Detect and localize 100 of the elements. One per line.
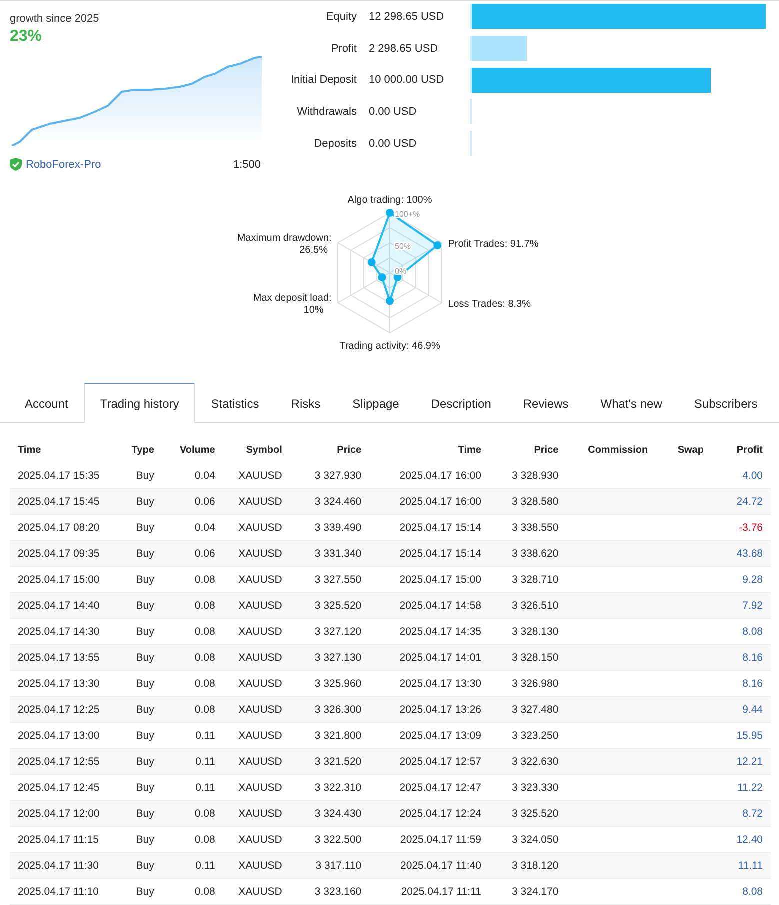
axis-label: Profit Trades: 91.7% [448, 239, 538, 250]
table-cell: 0.08 [162, 696, 224, 722]
table-cell: Buy [122, 644, 162, 670]
table-cell: 43.68 [712, 540, 771, 566]
table-cell: XAUUSD [223, 540, 290, 566]
table-cell: 12.21 [712, 748, 771, 774]
balance-value: 0.00 USD [368, 138, 418, 150]
table-cell: 3 325.520 [290, 592, 370, 618]
table-cell: 3 324.460 [290, 488, 370, 514]
table-cell: 0.08 [162, 592, 224, 618]
tab[interactable]: Risks [275, 383, 337, 423]
tab[interactable]: Description [415, 383, 508, 423]
axis-label: Maximum drawdown: 26.5% [236, 233, 332, 256]
table-cell: 8.08 [712, 878, 771, 904]
table-cell: Buy [122, 748, 162, 774]
table-cell: Buy [122, 696, 162, 722]
table-cell: Buy [122, 800, 162, 826]
table-cell: 3 327.480 [490, 696, 567, 722]
table-cell: 2025.04.17 14:40 [10, 592, 122, 618]
table-cell: 24.72 [712, 488, 771, 514]
column-header[interactable]: Type [122, 437, 162, 463]
balance-label: Profit [330, 42, 357, 55]
column-header[interactable]: Commission [566, 437, 656, 463]
balance-value: 10 000.00 USD [368, 74, 446, 86]
table-cell: 0.06 [162, 540, 224, 566]
table-cell: 2025.04.17 12:00 [10, 800, 122, 826]
table-cell: 0.06 [162, 488, 224, 514]
tick-label: 50% [394, 242, 411, 251]
table-cell: 2025.04.17 11:30 [10, 852, 122, 878]
column-header[interactable]: Price [290, 437, 370, 463]
column-header[interactable]: Time [370, 437, 490, 463]
table-cell: 2025.04.17 15:45 [10, 488, 122, 514]
table-cell: 3 324.170 [490, 878, 567, 904]
table-cell: XAUUSD [223, 696, 290, 722]
tick-label: 100+% [394, 210, 420, 219]
tab[interactable]: Account [9, 383, 84, 423]
table-cell: 8.72 [712, 800, 771, 826]
table-cell: 2025.04.17 16:00 [370, 488, 490, 514]
table-cell: 3 331.340 [290, 540, 370, 566]
growth-value: 23% [10, 28, 44, 46]
table-cell: Buy [122, 592, 162, 618]
tab[interactable]: Subscribers [678, 383, 774, 423]
tab[interactable]: Slippage [336, 383, 416, 423]
balance-label: Deposits [313, 138, 357, 150]
tab[interactable]: Reviews [507, 383, 585, 423]
table-cell: 2025.04.17 12:25 [10, 696, 122, 722]
column-header[interactable]: Symbol [223, 437, 290, 463]
tab[interactable]: Trading history [84, 383, 196, 423]
table-cell: 0.11 [162, 852, 224, 878]
column-header[interactable]: Time [10, 437, 122, 463]
table-cell: Buy [122, 878, 162, 904]
table-cell: 3 322.630 [490, 748, 567, 774]
table-cell: 2025.04.17 15:14 [370, 540, 490, 566]
column-header[interactable]: Swap [656, 437, 712, 463]
table-cell: Buy [122, 852, 162, 878]
balance-label: Equity [325, 10, 357, 23]
table-cell: 3 324.430 [290, 800, 370, 826]
table-cell: XAUUSD [223, 748, 290, 774]
tab[interactable]: Statistics [195, 383, 276, 423]
table-cell: 3 326.510 [490, 592, 567, 618]
axis-label: Trading activity: 46.9% [339, 341, 440, 352]
balance-value: 12 298.65 USD [368, 10, 446, 23]
table-cell: 7.92 [712, 592, 771, 618]
table-cell: 3 321.520 [290, 748, 370, 774]
leverage: 1:500 [233, 158, 261, 170]
column-header[interactable]: Price [490, 437, 567, 463]
table-cell: 3 317.110 [290, 852, 370, 878]
table-cell: Buy [122, 540, 162, 566]
table-cell: 3 318.120 [490, 852, 567, 878]
table-cell: 2025.04.17 14:58 [370, 592, 490, 618]
table-cell: XAUUSD [223, 878, 290, 904]
table-cell: 9.44 [712, 696, 771, 722]
table-cell: XAUUSD [223, 644, 290, 670]
table-cell: 0.11 [162, 748, 224, 774]
table-cell: XAUUSD [223, 852, 290, 878]
balance-value: 0.00 USD [368, 106, 418, 118]
table-cell: 2025.04.17 13:55 [10, 644, 122, 670]
balance-label: Initial Deposit [290, 74, 357, 86]
table-cell: 2025.04.17 11:40 [370, 852, 490, 878]
axis-label: Loss Trades: 8.3% [448, 299, 531, 310]
table-cell: 0.08 [162, 644, 224, 670]
table-cell: 3 328.150 [490, 644, 567, 670]
table-cell: 3 327.130 [290, 644, 370, 670]
table-cell: Buy [122, 488, 162, 514]
balance-label: Withdrawals [296, 106, 357, 118]
table-cell: 0.08 [162, 800, 224, 826]
column-header[interactable]: Volume [162, 437, 224, 463]
axis-label: Max deposit load: 10% [252, 293, 332, 316]
table-cell: 2025.04.17 11:11 [370, 878, 490, 904]
table-cell: 0.08 [162, 878, 224, 904]
table-cell: 3 325.520 [490, 800, 567, 826]
server-name[interactable]: RoboForex-Pro [26, 158, 234, 170]
table-cell: 3 326.300 [290, 696, 370, 722]
column-header[interactable]: Profit [712, 437, 771, 463]
table-cell: 2025.04.17 12:55 [10, 748, 122, 774]
table-cell: 11.11 [712, 852, 771, 878]
table-cell: 8.16 [712, 644, 771, 670]
table-cell: 3 323.160 [290, 878, 370, 904]
tab[interactable]: What's new [584, 383, 678, 423]
table-cell: 2025.04.17 09:35 [10, 540, 122, 566]
